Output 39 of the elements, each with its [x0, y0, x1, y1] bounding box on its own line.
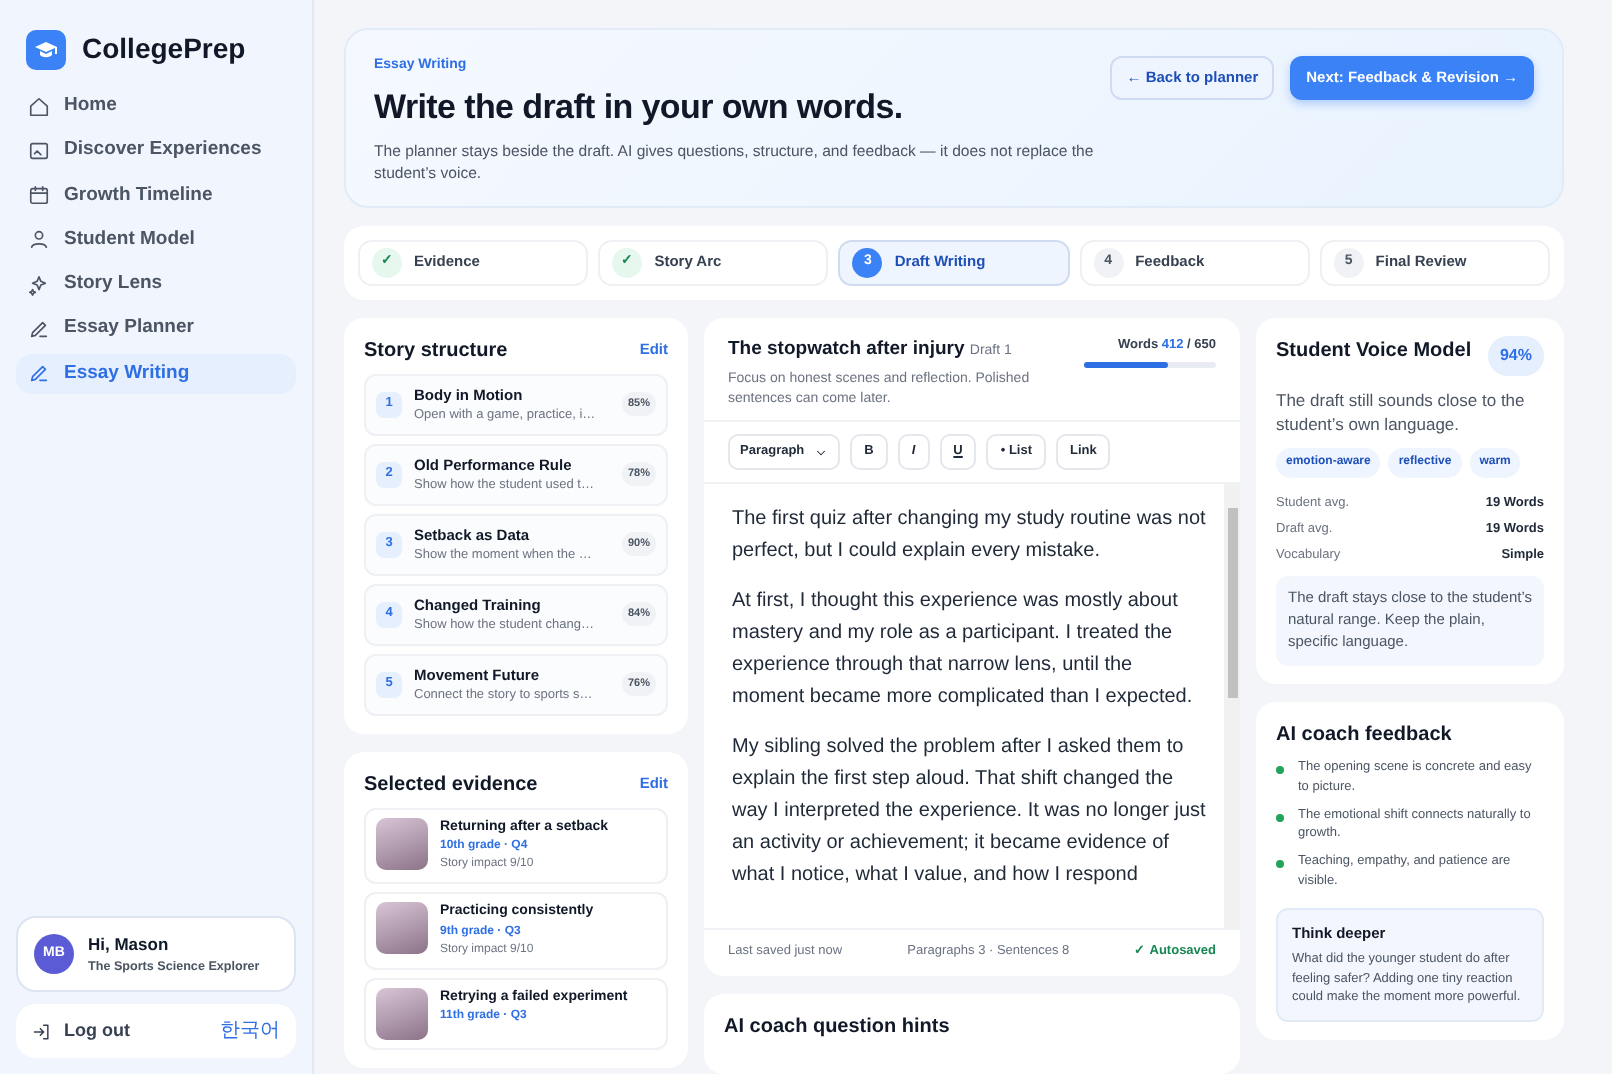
nav-item[interactable]: Home [16, 86, 296, 127]
bullet-dot [1276, 766, 1284, 775]
editor-paragraph: The first quiz after changing my study routine was not perfect, but I could explain every mistake. [732, 506, 1208, 567]
pencil-icon [28, 317, 50, 340]
person-icon [28, 228, 50, 251]
user-greeting: Hi, Mason [88, 931, 171, 958]
calendar-icon [28, 184, 50, 207]
voice-summary: The draft still sounds close to the student’s own language. [1276, 387, 1527, 437]
nav-item[interactable]: Discover Experiences [16, 130, 296, 171]
card-title: AI coach feedback [1276, 722, 1454, 751]
language-link[interactable]: 한국어 [220, 1016, 280, 1046]
bullet-dot [1276, 860, 1284, 869]
nav-item[interactable]: Student Model [16, 219, 296, 260]
card-title: Story structure [364, 337, 508, 366]
logo-icon [26, 29, 66, 69]
card-title: Selected evidence [364, 771, 538, 800]
photo-placeholder [376, 902, 428, 955]
photo-placeholder [376, 987, 428, 1040]
nav-item[interactable]: Growth Timeline [16, 175, 296, 216]
photo-placeholder [376, 817, 428, 870]
brand-name: CollegePrep [82, 30, 246, 68]
editor-paragraph: My sibling solved the problem after I asked them to explain the first step aloud. That shift changed the way I interpreted the experience. It was no longer just an activity or achievement; it became evidence of what I notice, what I value, and how I respond [732, 734, 1208, 891]
editor-paragraph: At first, I thought this experience was mostly about mastery and my role as a participant. I treated the experience through that narrow lens, until the moment became more complicated than I expected. [732, 588, 1195, 713]
picture-icon [28, 139, 50, 162]
voice-score: 94% [1487, 335, 1544, 376]
card-title: Student Voice Model [1276, 337, 1472, 366]
pencil-icon [28, 362, 50, 385]
bullet-dot [1276, 813, 1284, 822]
logout-button[interactable]: Log out [32, 1017, 130, 1045]
card-title: AI coach question hints [724, 1013, 952, 1042]
nav-item[interactable]: Essay Writing [16, 353, 296, 394]
caret-icon [814, 445, 829, 460]
nav-item[interactable]: Story Lens [16, 264, 296, 305]
nav-item[interactable]: Essay Planner [16, 308, 296, 349]
page-title: Write the draft in your own words. [374, 85, 905, 129]
house-icon [28, 95, 50, 118]
logout-icon [32, 1021, 52, 1041]
sparkles-icon [28, 273, 50, 296]
scrollbar[interactable] [1224, 484, 1240, 929]
